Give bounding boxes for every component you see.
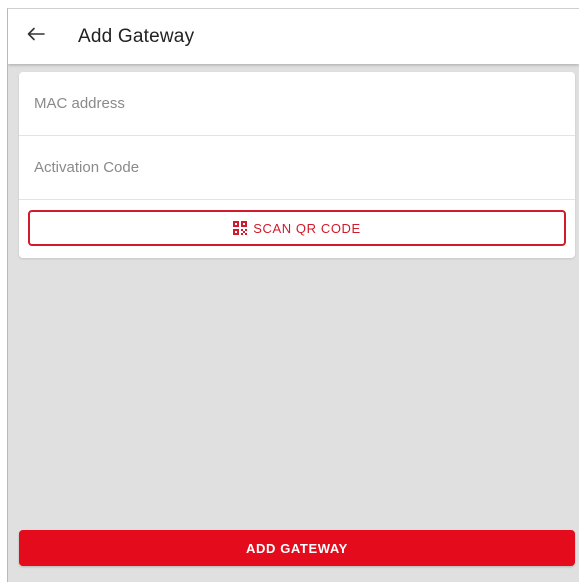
- gateway-form-card: SCAN QR CODE: [19, 72, 575, 258]
- scan-qr-code-label: SCAN QR CODE: [253, 220, 361, 236]
- qr-code-icon: [233, 221, 248, 235]
- add-gateway-button[interactable]: ADD GATEWAY: [19, 530, 575, 566]
- mac-address-field: [19, 72, 575, 136]
- activation-code-input[interactable]: [19, 136, 575, 199]
- app-frame: Add Gateway MAC address Activation Code …: [7, 8, 579, 582]
- arrow-left-icon: [27, 27, 45, 46]
- mac-address-input[interactable]: [19, 72, 575, 135]
- app-bar: Add Gateway: [8, 9, 579, 64]
- activation-code-field: [19, 136, 575, 200]
- add-gateway-label: ADD GATEWAY: [246, 540, 348, 556]
- scan-qr-code-button[interactable]: SCAN QR CODE: [28, 210, 566, 246]
- back-button[interactable]: [16, 17, 56, 57]
- page-title: Add Gateway: [78, 25, 195, 47]
